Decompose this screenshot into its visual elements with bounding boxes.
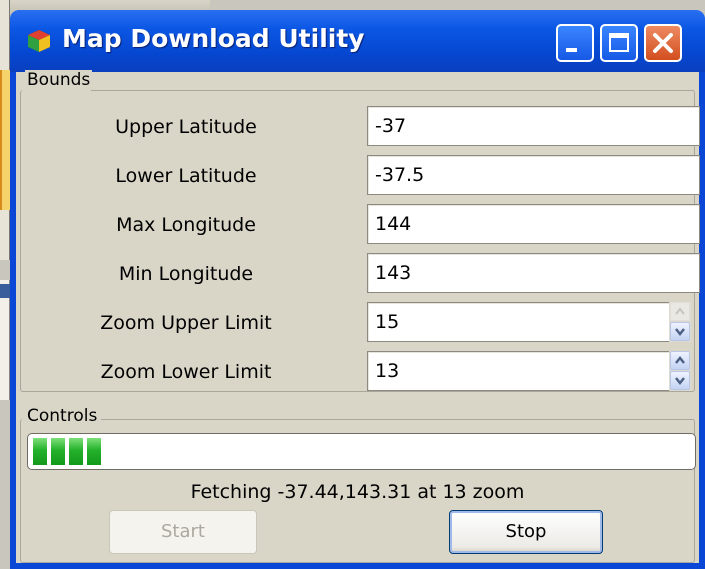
- background-panel: [0, 280, 10, 400]
- zoom-upper-limit-spinner[interactable]: [669, 302, 691, 342]
- minimize-icon: [566, 48, 577, 52]
- bounds-group: Bounds Upper Latitude -37 Lower Latitude…: [20, 70, 700, 392]
- min-longitude-field[interactable]: 143: [367, 253, 700, 293]
- upper-latitude-label: Upper Latitude: [115, 116, 257, 138]
- lower-latitude-label: Lower Latitude: [115, 165, 257, 187]
- window-title: Map Download Utility: [62, 24, 365, 53]
- lower-latitude-field[interactable]: -37.5: [367, 155, 700, 195]
- spinner-down-button[interactable]: [670, 322, 690, 341]
- spinner-down-button[interactable]: [670, 371, 690, 390]
- close-icon: [653, 33, 673, 53]
- start-button[interactable]: Start: [109, 510, 257, 554]
- chevron-up-icon: [675, 307, 685, 315]
- progress-block: [69, 438, 83, 465]
- maximize-button[interactable]: [600, 24, 638, 62]
- bounds-group-border: [91, 90, 694, 91]
- zoom-lower-limit-field[interactable]: 13: [367, 351, 674, 391]
- zoom-lower-limit-spinner[interactable]: [669, 351, 691, 391]
- controls-group: Controls Fetching -37.44,143.31 at 13 zo…: [20, 406, 696, 563]
- min-longitude-label: Min Longitude: [118, 263, 254, 285]
- upper-latitude-field[interactable]: -37: [367, 106, 700, 146]
- chevron-down-icon: [675, 328, 685, 337]
- cube-icon: [28, 30, 50, 52]
- download-progress-bar: [27, 433, 696, 470]
- progress-block: [51, 438, 65, 465]
- max-longitude-label: Max Longitude: [116, 214, 256, 236]
- chevron-up-icon: [675, 355, 685, 364]
- progress-block: [87, 438, 101, 465]
- status-text: Fetching -37.44,143.31 at 13 zoom: [190, 481, 525, 503]
- spinner-up-button[interactable]: [670, 351, 690, 370]
- chevron-down-icon: [675, 377, 685, 386]
- bounds-legend: Bounds: [25, 70, 93, 90]
- title-bar[interactable]: Map Download Utility: [10, 10, 705, 72]
- progress-block: [33, 438, 47, 465]
- zoom-lower-limit-label: Zoom Lower Limit: [100, 361, 272, 383]
- minimize-button[interactable]: [556, 24, 594, 62]
- stop-button[interactable]: Stop: [449, 510, 603, 554]
- map-download-window: Map Download Utility Bounds Upper Latitu…: [10, 10, 705, 569]
- zoom-upper-limit-field[interactable]: 15: [367, 302, 674, 342]
- window-client-area: Bounds Upper Latitude -37 Lower Latitude…: [16, 70, 700, 563]
- zoom-upper-limit-label: Zoom Upper Limit: [100, 312, 272, 334]
- background-map-strip: [0, 70, 10, 210]
- maximize-icon: [609, 33, 629, 52]
- controls-group-border: [101, 419, 694, 420]
- max-longitude-field[interactable]: 144: [367, 204, 700, 244]
- spinner-up-button[interactable]: [670, 302, 690, 321]
- background-panel-header: [0, 284, 10, 298]
- close-button[interactable]: [644, 24, 682, 62]
- progress-fill: [33, 438, 690, 465]
- controls-legend: Controls: [25, 406, 100, 426]
